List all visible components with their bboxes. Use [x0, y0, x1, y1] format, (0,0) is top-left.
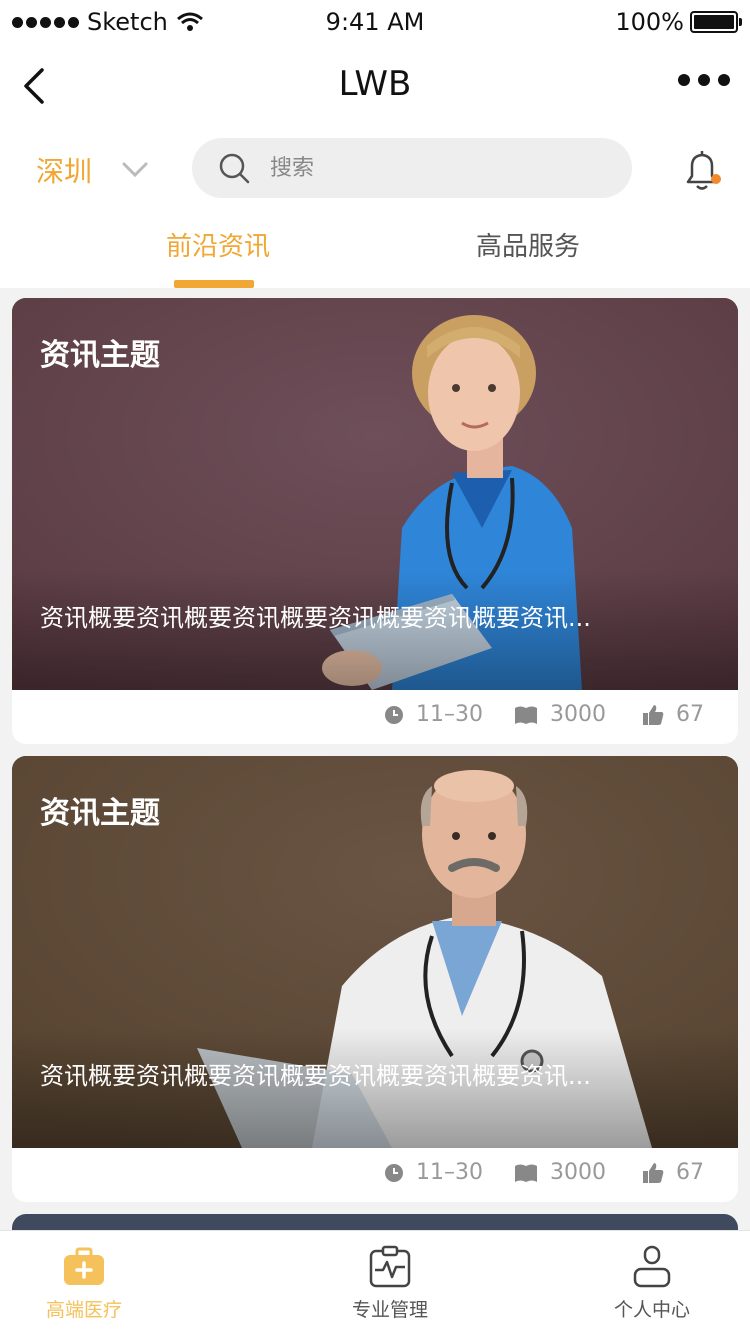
card-views: 3000 [514, 1160, 606, 1185]
chevron-down-icon [122, 162, 148, 178]
book-icon [515, 1164, 537, 1182]
thumbs-up-icon [643, 704, 664, 725]
views-label: 3000 [550, 702, 606, 727]
clipboard-pulse-icon [369, 1245, 411, 1288]
tab-frontier-news[interactable]: 前沿资讯 [166, 226, 270, 263]
tabbar-label: 个人中心 [613, 1299, 690, 1321]
news-card[interactable]: 资讯主题 资讯概要资讯概要资讯概要资讯概要资讯概要资讯... 11–30 300… [12, 298, 738, 744]
card-title: 资讯主题 [40, 796, 160, 831]
card-summary: 资讯概要资讯概要资讯概要资讯概要资讯概要资讯... [40, 604, 591, 632]
clock-icon [385, 705, 403, 724]
active-tab-indicator [174, 280, 254, 288]
likes-label: 67 [676, 702, 704, 727]
tabbar-item-medical[interactable]: 高端医疗 [4, 1245, 164, 1322]
card-summary: 资讯概要资讯概要资讯概要资讯概要资讯概要资讯... [40, 1062, 591, 1090]
thumbs-up-icon [643, 1162, 664, 1183]
date-label: 11–30 [416, 702, 483, 727]
card-meta: 11–30 3000 67 [12, 1148, 738, 1202]
search-input[interactable] [270, 152, 600, 184]
card-likes[interactable]: 67 [642, 1160, 704, 1185]
book-icon [515, 706, 537, 724]
card-date: 11–30 [384, 1160, 483, 1185]
bottom-tab-bar: 高端医疗 专业管理 个人中心 [0, 1230, 750, 1334]
tabbar-label: 高端医疗 [45, 1299, 122, 1321]
battery-icon [690, 11, 742, 33]
medical-kit-icon [64, 1247, 104, 1285]
status-bar: Sketch 9:41 AM 100% [0, 0, 750, 44]
clock-icon [385, 1163, 403, 1182]
search-row: 深圳 [0, 128, 750, 212]
tabbar-label: 专业管理 [351, 1299, 428, 1321]
tabbar-item-management[interactable]: 专业管理 [310, 1245, 470, 1322]
card-likes[interactable]: 67 [642, 702, 704, 727]
more-options-icon[interactable] [678, 74, 730, 86]
date-label: 11–30 [416, 1160, 483, 1185]
page-title: LWB [338, 64, 412, 104]
city-selector[interactable]: 深圳 [36, 150, 148, 190]
card-views: 3000 [514, 702, 606, 727]
notification-bell-icon[interactable] [680, 148, 724, 192]
content-tabs: 前沿资讯 高品服务 [0, 212, 750, 288]
navigation-bar: LWB [0, 44, 750, 128]
likes-label: 67 [676, 1160, 704, 1185]
person-icon [633, 1245, 671, 1288]
search-icon [219, 153, 250, 184]
views-label: 3000 [550, 1160, 606, 1185]
tab-premium-services[interactable]: 高品服务 [476, 226, 580, 263]
news-card[interactable]: 资讯主题 资讯概要资讯概要资讯概要资讯概要资讯概要资讯... 11–30 300… [12, 756, 738, 1202]
battery-percent: 100% [615, 8, 684, 36]
status-right: 100% [615, 8, 742, 36]
card-title: 资讯主题 [40, 338, 160, 373]
city-label: 深圳 [36, 155, 93, 188]
card-date: 11–30 [384, 702, 483, 727]
tabbar-item-profile[interactable]: 个人中心 [572, 1245, 732, 1322]
search-bar[interactable] [192, 138, 632, 198]
card-meta: 11–30 3000 67 [12, 690, 738, 744]
